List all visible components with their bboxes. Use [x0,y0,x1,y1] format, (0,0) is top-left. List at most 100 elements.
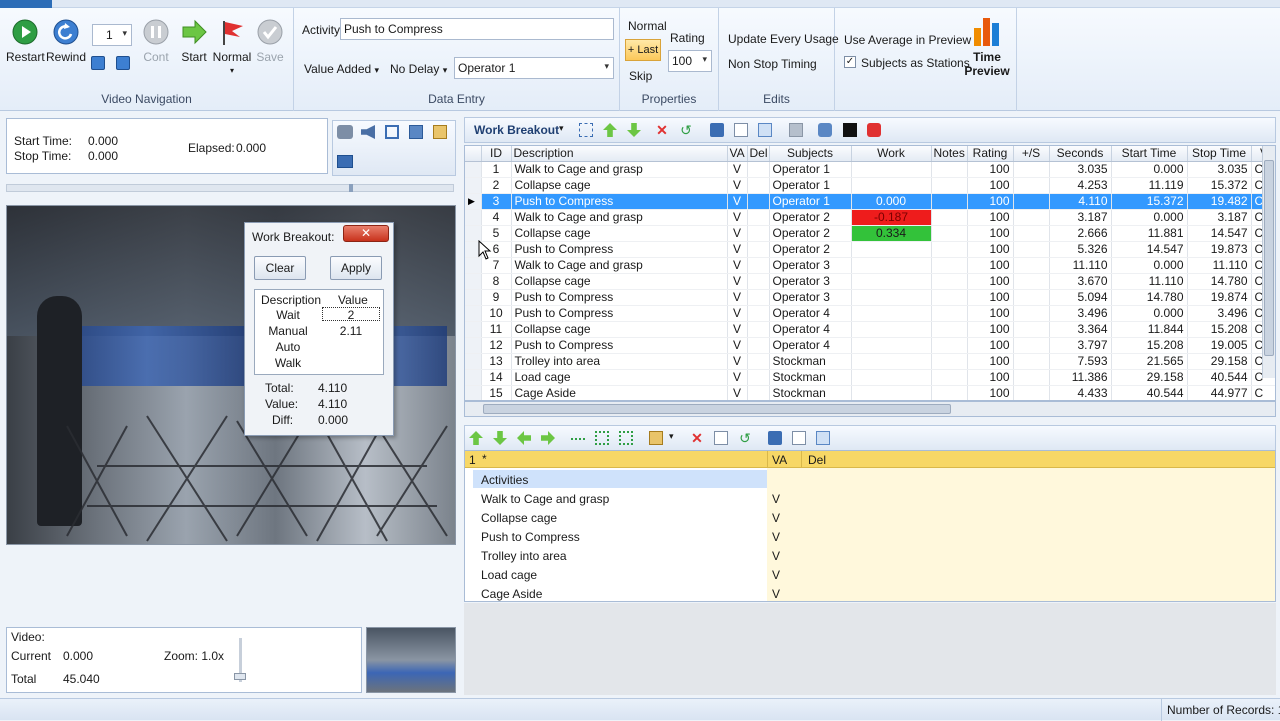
cell-va[interactable]: V [727,241,748,258]
cell-va[interactable]: V [727,225,748,242]
activities-group-row[interactable]: Activities [473,470,767,488]
skip-option[interactable]: Skip [629,69,652,83]
cell-start[interactable]: 14.547 [1111,241,1188,258]
row-indicator[interactable] [465,337,482,354]
chevron-down-icon[interactable]: ▾ [669,431,674,442]
non-stop-timing[interactable]: Non Stop Timing [728,57,817,71]
cell-stop[interactable]: 44.977 [1187,385,1252,400]
app-menu-tab[interactable] [0,0,52,8]
cell-work[interactable]: 0.334 [851,225,932,242]
cell-rating[interactable]: 100 [967,337,1014,354]
cell-id[interactable]: 1 [481,161,512,178]
breakout-value[interactable]: 2 [322,307,380,322]
cell-empty[interactable] [1013,273,1050,290]
row-indicator[interactable] [465,177,482,194]
cell-desc[interactable]: Walk to Cage and grasp [511,161,728,178]
cell-stop[interactable]: 15.208 [1187,321,1252,338]
cell-work[interactable]: 0.000 [851,193,932,210]
cell-va[interactable]: V [727,257,748,274]
cell-empty[interactable] [747,193,770,210]
import-icon[interactable] [649,431,663,445]
cell-sec[interactable]: 3.035 [1049,161,1112,178]
restart-button[interactable]: Restart [6,18,45,64]
cell-start[interactable]: 14.780 [1111,289,1188,306]
row-indicator[interactable] [465,209,482,226]
split-icon[interactable] [710,123,724,137]
cell-empty[interactable] [1013,289,1050,306]
cell-desc[interactable]: Collapse cage [511,273,728,290]
breakout-row[interactable]: Manual 2.11 [255,323,383,339]
rewind-button[interactable]: Rewind [46,18,86,64]
arrow-up-icon[interactable] [603,123,617,137]
scroll-thumb[interactable] [483,404,951,414]
cell-desc[interactable]: Push to Compress [511,193,728,210]
delay-dropdown[interactable]: No Delay ▾ [390,62,447,76]
cell-work[interactable] [851,321,932,338]
cell-c[interactable]: C [1251,385,1275,400]
cell-desc[interactable]: Collapse cage [511,225,728,242]
column-header[interactable]: Work [851,146,932,162]
cell-desc[interactable]: Push to Compress [511,289,728,306]
cell-sec[interactable]: 3.187 [1049,209,1112,226]
cell-start[interactable]: 15.208 [1111,337,1188,354]
use-average-option[interactable]: Use Average in Preview [844,33,971,47]
cell-empty[interactable] [747,241,770,258]
cell-stop[interactable]: 19.873 [1187,241,1252,258]
cell-empty[interactable] [747,321,770,338]
cell-rating[interactable]: 100 [967,177,1014,194]
cell-empty[interactable] [931,209,968,226]
cell-desc[interactable]: Collapse cage [511,177,728,194]
breakout-row[interactable]: Auto [255,339,383,355]
cell-subj[interactable]: Stockman [769,385,852,400]
cell-start[interactable]: 0.000 [1111,161,1188,178]
cell-sec[interactable]: 7.593 [1049,353,1112,370]
delete-icon[interactable]: ✕ [690,431,704,445]
youtube-icon[interactable] [867,123,881,137]
chevron-down-icon[interactable]: ▾ [559,123,564,134]
cell-id[interactable]: 12 [481,337,512,354]
cell-empty[interactable] [931,289,968,306]
column-header[interactable]: Stop Time [1187,146,1252,162]
cell-sec[interactable]: 4.253 [1049,177,1112,194]
cell-id[interactable]: 5 [481,225,512,242]
cont-button[interactable]: Cont [138,18,174,64]
cell-stop[interactable]: 19.482 [1187,193,1252,210]
cell-va[interactable]: V [727,369,748,386]
prev-frame-icon[interactable] [91,56,105,70]
list-item[interactable]: Load cage V [473,565,1273,584]
table-row[interactable]: 15 Cage Aside V Stockman 100 4.433 40.544 44.97… [465,385,1275,400]
cell-subj[interactable]: Operator 4 [769,305,852,322]
cell-empty[interactable] [1013,209,1050,226]
cell-empty[interactable] [747,209,770,226]
cell-empty[interactable] [747,289,770,306]
cell-start[interactable]: 0.000 [1111,305,1188,322]
vscroll-thumb[interactable] [1264,160,1274,356]
cell-stop[interactable]: 3.187 [1187,209,1252,226]
next-frame-icon[interactable] [116,56,130,70]
cell-empty[interactable] [747,257,770,274]
cell-id[interactable]: 9 [481,289,512,306]
cell-id[interactable]: 13 [481,353,512,370]
cell-id[interactable]: 15 [481,385,512,400]
camera-icon[interactable] [337,125,353,139]
cell-va[interactable]: V [727,337,748,354]
list-item[interactable]: Walk to Cage and grasp V [473,489,1273,508]
cell-sec[interactable]: 11.386 [1049,369,1112,386]
cell-work[interactable] [851,337,932,354]
row-indicator[interactable]: ▶ [465,193,482,210]
collapse-icon[interactable] [619,431,633,445]
expand-icon[interactable] [595,431,609,445]
cell-va[interactable]: V [727,385,748,400]
cell-stop[interactable]: 19.005 [1187,337,1252,354]
cell-empty[interactable] [931,225,968,242]
cell-subj[interactable]: Operator 1 [769,193,852,210]
cell-rating[interactable]: 100 [967,161,1014,178]
speaker-icon[interactable] [361,125,375,139]
cell-subj[interactable]: Operator 3 [769,289,852,306]
table-row[interactable]: 9 Push to Compress V Operator 3 100 5.094 14.7… [465,289,1275,306]
table-row[interactable]: 2 Collapse cage V Operator 1 100 4.253 11.119 1… [465,177,1275,194]
cell-empty[interactable] [931,305,968,322]
export-icon[interactable] [433,125,447,139]
cell-start[interactable]: 21.565 [1111,353,1188,370]
cell-empty[interactable] [1013,225,1050,242]
